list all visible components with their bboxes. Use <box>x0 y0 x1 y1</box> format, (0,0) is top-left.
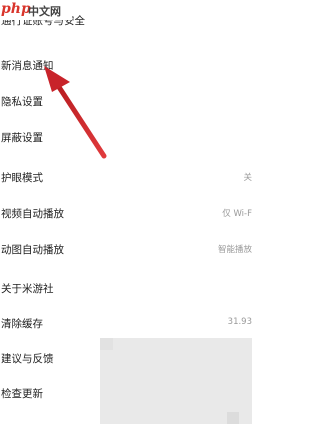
arrow-head <box>44 66 70 92</box>
arrow-shaft <box>54 81 107 159</box>
red-arrow-annotation <box>44 66 107 159</box>
